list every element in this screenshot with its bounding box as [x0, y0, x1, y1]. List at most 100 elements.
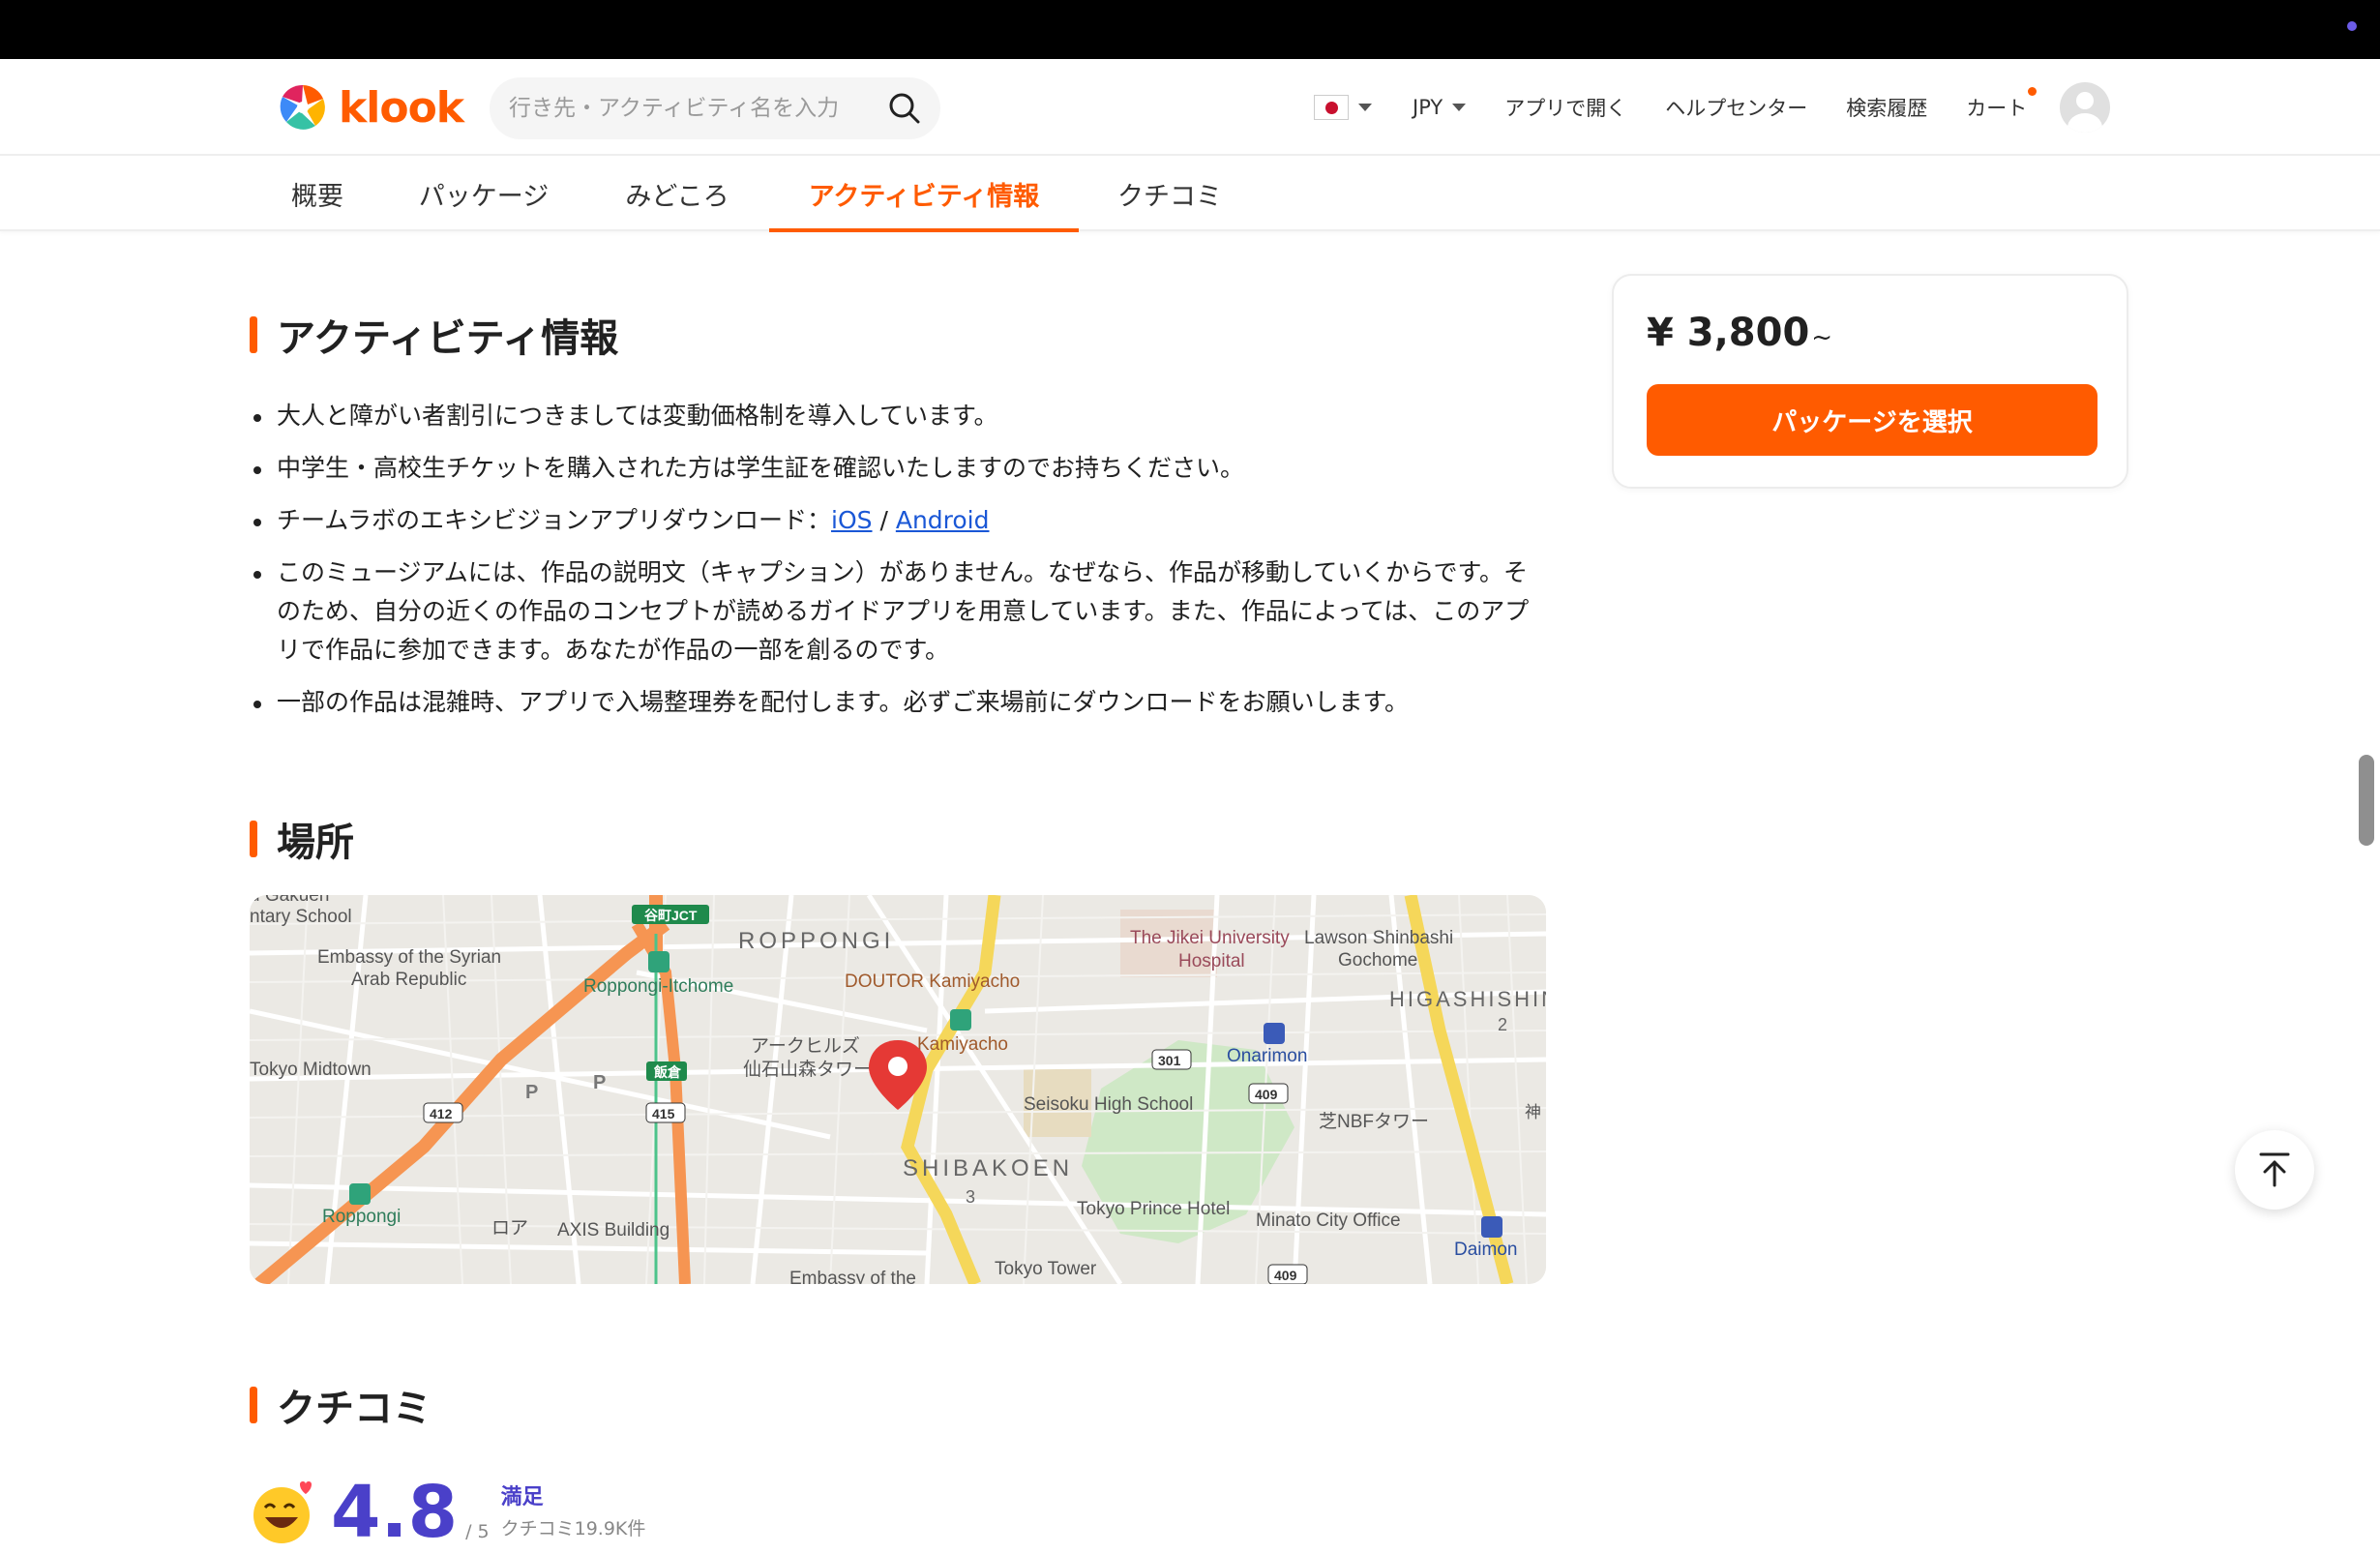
- map-label: Seisoku High School: [1024, 1094, 1193, 1115]
- parking-label: P: [593, 1072, 606, 1093]
- map-graphic: ROPPONGI SHIBAKOEN 3 HIGASHISHIN 2 アークヒル…: [250, 895, 1546, 1284]
- reviews-heading: クチコミ: [250, 1377, 431, 1433]
- ios-link[interactable]: iOS: [831, 506, 873, 534]
- location-map[interactable]: ROPPONGI SHIBAKOEN 3 HIGASHISHIN 2 アークヒル…: [250, 895, 1546, 1284]
- arrow-up-icon: [2259, 1152, 2290, 1187]
- klook-logo-icon: [277, 81, 329, 134]
- list-item-app-download: チームラボのエキシビジョンアプリダウンロード：iOS / Android: [250, 501, 1549, 540]
- map-label: Tokyo Prince Hotel: [1077, 1199, 1230, 1219]
- section-tabs: 概要 パッケージ みどころ アクティビティ情報 クチコミ: [0, 156, 2380, 232]
- map-label: Lawson Shinbashi: [1304, 928, 1453, 948]
- currency-selector[interactable]: JPY: [1413, 96, 1467, 119]
- map-label: Tokyo Midtown: [250, 1060, 372, 1080]
- parking-label: P: [525, 1082, 538, 1103]
- status-dot: [2347, 21, 2357, 31]
- search-history-link[interactable]: 検索履歴: [1846, 93, 1927, 122]
- map-label: Embassy of the Syrian: [317, 947, 501, 968]
- map-label: DOUTOR Kamiyacho: [845, 971, 1020, 992]
- map-label: Hospital: [1178, 951, 1245, 971]
- klook-logo[interactable]: klook: [273, 78, 464, 136]
- map-label: 415: [652, 1106, 675, 1121]
- app-download-text: チームラボのエキシビジョンアプリダウンロード：: [277, 506, 832, 534]
- header-nav: JPY アプリで開く ヘルプセンター 検索履歴 カート: [1314, 78, 2111, 136]
- map-label: 301: [1158, 1053, 1181, 1068]
- klook-logo-text: klook: [339, 82, 464, 133]
- map-label: Daimon: [1454, 1240, 1517, 1260]
- map-label: Tokyo Tower: [995, 1259, 1097, 1279]
- list-item: 中学生・高校生チケットを購入された方は学生証を確認いたしますのでお持ちください。: [250, 449, 1549, 488]
- avatar[interactable]: [2060, 82, 2111, 133]
- map-label: AXIS Building: [557, 1220, 669, 1240]
- map-label: ntary School: [250, 907, 352, 927]
- price-display: ¥ 3,800~: [1647, 311, 1832, 355]
- price-suffix: ~: [1811, 323, 1833, 352]
- activity-info-list: 大人と障がい者割引につきましては変動価格制を導入しています。 中学生・高校生チケ…: [250, 397, 1549, 735]
- map-label: 412: [430, 1106, 453, 1121]
- section-accent-bar: [250, 316, 257, 353]
- rating-out-of: / 5: [465, 1521, 490, 1542]
- map-label: Arab Republic: [351, 970, 466, 990]
- section-accent-bar: [250, 1387, 257, 1423]
- activity-info-title: アクティビティ情報: [277, 316, 619, 361]
- map-label: HIGASHISHIN: [1389, 987, 1546, 1011]
- help-center-link[interactable]: ヘルプセンター: [1665, 93, 1807, 122]
- open-app-link[interactable]: アプリで開く: [1504, 93, 1626, 122]
- activity-info-heading: アクティビティ情報: [250, 307, 618, 363]
- map-label: 仙石山森タワー: [743, 1059, 872, 1080]
- list-item: 大人と障がい者割引につきましては変動価格制を導入しています。: [250, 397, 1549, 435]
- price-card: ¥ 3,800~ パッケージを選択: [1612, 274, 2128, 489]
- site-header: klook JPY アプリで開く ヘルプセンター 検索履歴 カート: [0, 59, 2380, 156]
- chevron-down-icon: [1358, 104, 1372, 111]
- link-separator: /: [872, 506, 896, 534]
- review-count[interactable]: クチコミ19.9K件: [501, 1514, 646, 1540]
- back-to-top-button[interactable]: [2235, 1130, 2314, 1210]
- cart-link[interactable]: カート: [1966, 87, 2038, 122]
- select-package-button[interactable]: パッケージを選択: [1647, 384, 2097, 456]
- map-label: 409: [1274, 1268, 1297, 1283]
- map-label: Embassy of the: [789, 1269, 916, 1284]
- cart-label: カート: [1966, 97, 2028, 120]
- tab-highlights[interactable]: みどころ: [610, 156, 745, 231]
- map-label: Minato City Office: [1256, 1210, 1401, 1231]
- android-link[interactable]: Android: [896, 506, 990, 534]
- map-label: Roppongi: [322, 1207, 401, 1227]
- currency-label: JPY: [1413, 96, 1443, 119]
- japan-flag-icon: [1314, 95, 1349, 120]
- rating-summary: 4.8 / 5 満足 クチコミ19.9K件: [250, 1469, 646, 1554]
- location-title: 場所: [277, 821, 354, 865]
- happy-face-icon: [253, 1481, 312, 1543]
- map-label: Kamiyacho: [917, 1034, 1008, 1055]
- map-label: 神: [1525, 1103, 1541, 1121]
- scrollbar-thumb[interactable]: [2359, 755, 2374, 846]
- rating-score: 4.8: [331, 1471, 459, 1554]
- map-label: アークヒルズ: [751, 1035, 860, 1057]
- language-selector[interactable]: [1314, 95, 1372, 120]
- map-label: Gochome: [1338, 950, 1417, 971]
- map-label: The Jikei University: [1130, 928, 1290, 948]
- section-accent-bar: [250, 821, 257, 857]
- list-item: 一部の作品は混雑時、アプリで入場整理券を配付します。必ずご来場前にダウンロードを…: [250, 683, 1549, 722]
- search-input[interactable]: [509, 96, 888, 121]
- map-label: 3: [966, 1187, 975, 1207]
- map-label: Onarimon: [1227, 1046, 1307, 1066]
- search-icon[interactable]: [888, 92, 921, 125]
- map-label: SHIBAKOEN: [903, 1155, 1073, 1181]
- tab-activity-info[interactable]: アクティビティ情報: [769, 156, 1079, 232]
- tab-reviews[interactable]: クチコミ: [1109, 156, 1231, 231]
- rating-label: 満足: [500, 1485, 544, 1509]
- tab-overview[interactable]: 概要: [275, 156, 360, 231]
- map-label: 芝NBFタワー: [1319, 1111, 1429, 1132]
- map-label: ロア: [491, 1218, 528, 1239]
- tab-packages[interactable]: パッケージ: [406, 156, 561, 231]
- map-label: 飯倉: [653, 1064, 682, 1080]
- chevron-down-icon: [1452, 104, 1467, 111]
- map-label: 2: [1498, 1015, 1507, 1034]
- map-label: u Gakuen: [250, 895, 329, 906]
- map-label: ROPPONGI: [738, 928, 894, 954]
- search-bar[interactable]: [490, 77, 940, 139]
- map-label: 谷町JCT: [644, 908, 698, 923]
- reviews-title: クチコミ: [277, 1387, 431, 1431]
- price-value: ¥ 3,800: [1647, 311, 1810, 355]
- list-item: このミュージアムには、作品の説明文（キャプション）がありません。なぜなら、作品が…: [250, 553, 1546, 670]
- rating-meta: 満足 クチコミ19.9K件: [501, 1479, 646, 1540]
